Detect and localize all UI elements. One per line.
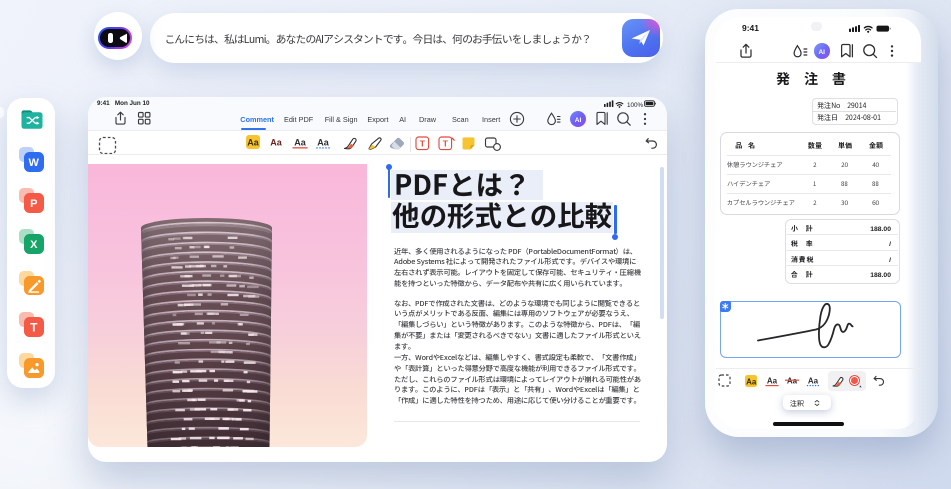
svg-text:Aa: Aa bbox=[317, 138, 329, 148]
svg-text:X: X bbox=[30, 239, 38, 251]
svg-text:T: T bbox=[420, 139, 426, 149]
svg-text:W: W bbox=[29, 157, 40, 169]
svg-text:Aa: Aa bbox=[786, 377, 797, 386]
svg-text:Aa: Aa bbox=[247, 138, 259, 148]
svg-text:AI: AI bbox=[818, 49, 825, 56]
svg-text:100%: 100% bbox=[627, 102, 644, 108]
svg-text:T: T bbox=[30, 321, 38, 335]
svg-text:Aa: Aa bbox=[807, 377, 818, 386]
svg-text:P: P bbox=[30, 198, 37, 210]
svg-text:Aa: Aa bbox=[746, 377, 757, 386]
svg-text:Aa: Aa bbox=[270, 138, 282, 148]
svg-text:Aa: Aa bbox=[766, 377, 777, 386]
svg-text:T: T bbox=[443, 139, 449, 149]
svg-text:Aa: Aa bbox=[294, 138, 306, 148]
svg-text:AI: AI bbox=[575, 117, 582, 124]
